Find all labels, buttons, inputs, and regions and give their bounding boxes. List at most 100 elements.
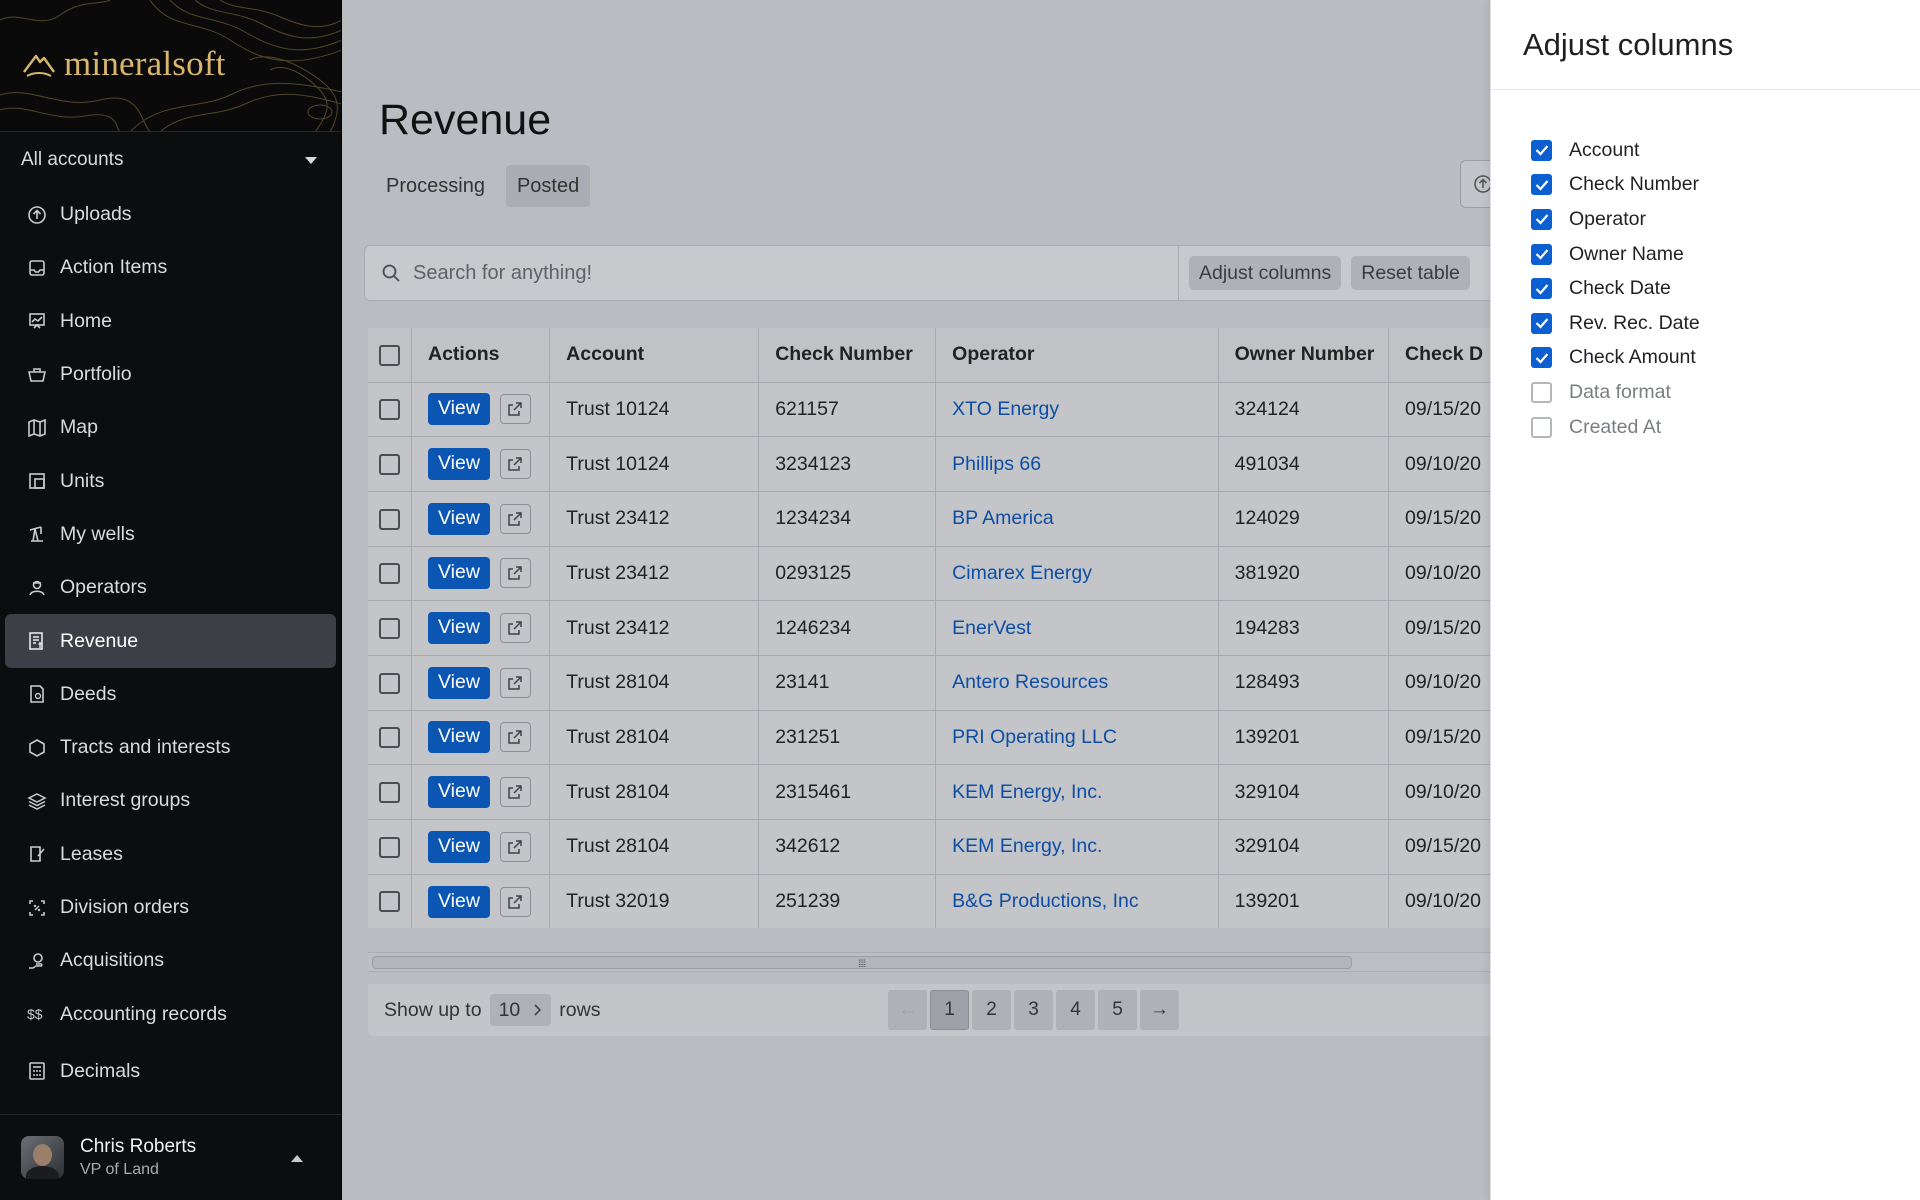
sidebar-item-deeds[interactable]: Deeds bbox=[5, 668, 336, 721]
column-toggle[interactable]: Owner Name bbox=[1531, 237, 1920, 272]
row-select-cell[interactable] bbox=[368, 491, 412, 547]
column-header-owner-number[interactable]: Owner Number bbox=[1218, 328, 1390, 383]
sidebar-item-map[interactable]: Map bbox=[5, 401, 336, 454]
column-toggle[interactable]: Created At bbox=[1531, 410, 1920, 445]
operator-link[interactable]: XTO Energy bbox=[952, 398, 1059, 420]
view-button[interactable]: View bbox=[428, 885, 490, 918]
row-checkbox[interactable] bbox=[379, 453, 400, 475]
row-checkbox[interactable] bbox=[379, 508, 400, 530]
open-external-button[interactable] bbox=[499, 831, 531, 862]
open-external-button[interactable] bbox=[499, 667, 531, 698]
open-external-button[interactable] bbox=[499, 613, 531, 644]
row-select-cell[interactable] bbox=[368, 710, 412, 766]
column-header-check-number[interactable]: Check Number bbox=[758, 328, 937, 383]
sidebar-item-leases[interactable]: Leases bbox=[5, 828, 336, 881]
sidebar-item-interest-groups[interactable]: Interest groups bbox=[5, 774, 336, 827]
column-toggle[interactable]: Account bbox=[1531, 133, 1920, 168]
row-checkbox[interactable] bbox=[379, 563, 400, 585]
rows-per-page-select[interactable]: 10 bbox=[489, 994, 552, 1026]
row-select-cell[interactable] bbox=[368, 600, 412, 656]
page-button-4[interactable]: 4 bbox=[1056, 990, 1095, 1030]
sidebar-item-decimals[interactable]: Decimals bbox=[5, 1045, 336, 1098]
page-button-3[interactable]: 3 bbox=[1014, 990, 1053, 1030]
column-toggle[interactable]: Check Number bbox=[1531, 168, 1920, 203]
sidebar-item-portfolio[interactable]: Portfolio bbox=[5, 348, 336, 401]
prev-page-button[interactable]: ← bbox=[888, 990, 927, 1030]
operator-link[interactable]: KEM Energy, Inc. bbox=[952, 835, 1102, 857]
next-page-button[interactable]: → bbox=[1140, 990, 1179, 1030]
search-input[interactable] bbox=[401, 246, 1179, 300]
operator-link[interactable]: EnerVest bbox=[952, 617, 1031, 639]
operator-link[interactable]: KEM Energy, Inc. bbox=[952, 781, 1102, 803]
operator-link[interactable]: Antero Resources bbox=[952, 671, 1108, 693]
row-select-cell[interactable] bbox=[368, 382, 412, 438]
open-external-button[interactable] bbox=[499, 503, 531, 534]
row-select-cell[interactable] bbox=[368, 764, 412, 820]
column-toggle[interactable]: Check Date bbox=[1531, 271, 1920, 306]
checkbox-unchecked[interactable] bbox=[1531, 416, 1552, 438]
logo[interactable]: mineralsoft bbox=[22, 44, 226, 84]
view-button[interactable]: View bbox=[428, 830, 490, 863]
view-button[interactable]: View bbox=[428, 776, 490, 809]
row-select-cell[interactable] bbox=[368, 874, 412, 928]
row-checkbox[interactable] bbox=[379, 782, 400, 803]
open-external-button[interactable] bbox=[499, 449, 531, 480]
column-toggle[interactable]: Rev. Rec. Date bbox=[1531, 306, 1920, 341]
column-toggle[interactable]: Data format bbox=[1531, 375, 1920, 410]
scrollbar-thumb[interactable]: ⁞⁞⁞⁞ bbox=[372, 956, 1352, 970]
sidebar-item-revenue[interactable]: Revenue bbox=[5, 614, 336, 668]
operator-link[interactable]: Phillips 66 bbox=[952, 453, 1041, 475]
checkbox-checked[interactable] bbox=[1531, 208, 1552, 230]
row-checkbox[interactable] bbox=[379, 672, 400, 694]
user-menu[interactable]: Chris Roberts VP of Land bbox=[0, 1114, 341, 1200]
row-checkbox[interactable] bbox=[379, 727, 400, 749]
checkbox-checked[interactable] bbox=[1531, 347, 1552, 369]
adjust-columns-button[interactable]: Adjust columns bbox=[1189, 256, 1342, 290]
row-select-cell[interactable] bbox=[368, 655, 412, 711]
operator-link[interactable]: Cimarex Energy bbox=[952, 562, 1092, 584]
sidebar-item-operators[interactable]: Operators bbox=[5, 561, 336, 614]
operator-link[interactable]: B&G Productions, Inc bbox=[952, 890, 1138, 912]
horizontal-scrollbar[interactable]: ⁞⁞⁞⁞ bbox=[368, 952, 1508, 972]
column-header-operator[interactable]: Operator bbox=[935, 328, 1219, 383]
checkbox-checked[interactable] bbox=[1531, 312, 1552, 334]
sidebar-item-acquisitions[interactable]: Acquisitions bbox=[5, 934, 336, 987]
open-external-button[interactable] bbox=[499, 777, 531, 808]
page-button-2[interactable]: 2 bbox=[972, 990, 1011, 1030]
checkbox-checked[interactable] bbox=[1531, 174, 1552, 196]
column-header-actions[interactable]: Actions bbox=[411, 328, 551, 383]
account-selector[interactable]: All accounts bbox=[0, 132, 341, 188]
column-toggle[interactable]: Check Amount bbox=[1531, 341, 1920, 376]
sidebar-item-tracts-and-interests[interactable]: Tracts and interests bbox=[5, 721, 336, 774]
page-button-1[interactable]: 1 bbox=[930, 990, 969, 1030]
row-checkbox[interactable] bbox=[379, 399, 400, 421]
sidebar-item-my-wells[interactable]: My wells bbox=[5, 508, 336, 561]
select-all-checkbox[interactable] bbox=[379, 344, 400, 366]
view-button[interactable]: View bbox=[428, 557, 490, 590]
checkbox-checked[interactable] bbox=[1531, 243, 1552, 265]
view-button[interactable]: View bbox=[428, 393, 490, 426]
open-external-button[interactable] bbox=[499, 394, 531, 425]
tab-processing[interactable]: Processing bbox=[375, 165, 496, 207]
view-button[interactable]: View bbox=[428, 721, 490, 754]
sidebar-item-action-items[interactable]: Action Items bbox=[5, 241, 336, 294]
sidebar-item-accounting-records[interactable]: $$ Accounting records bbox=[5, 987, 336, 1040]
tab-posted[interactable]: Posted bbox=[505, 165, 591, 207]
header-select-all[interactable] bbox=[368, 328, 412, 383]
row-select-cell[interactable] bbox=[368, 546, 412, 602]
open-external-button[interactable] bbox=[499, 722, 531, 753]
column-toggle[interactable]: Operator bbox=[1531, 202, 1920, 237]
view-button[interactable]: View bbox=[428, 502, 490, 535]
page-button-5[interactable]: 5 bbox=[1098, 990, 1137, 1030]
sidebar-item-home[interactable]: Home bbox=[5, 295, 336, 348]
sidebar-item-uploads[interactable]: Uploads bbox=[5, 188, 336, 241]
open-external-button[interactable] bbox=[499, 886, 531, 917]
checkbox-checked[interactable] bbox=[1531, 278, 1552, 300]
view-button[interactable]: View bbox=[428, 666, 490, 699]
view-button[interactable]: View bbox=[428, 612, 490, 645]
open-external-button[interactable] bbox=[499, 558, 531, 589]
row-select-cell[interactable] bbox=[368, 436, 412, 492]
operator-link[interactable]: PRI Operating LLC bbox=[952, 726, 1117, 748]
sidebar-item-division-orders[interactable]: Division orders bbox=[5, 881, 336, 934]
sidebar-item-units[interactable]: Units bbox=[5, 454, 336, 507]
